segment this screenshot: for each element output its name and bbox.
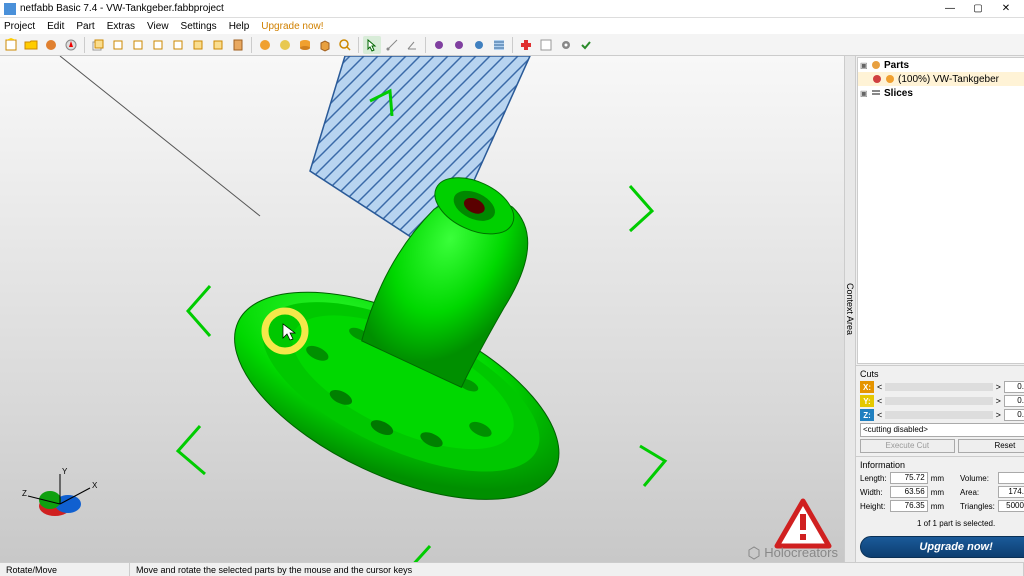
side-panel: Context Area ▣ Parts (100%) VW-Tankgeber bbox=[844, 56, 1024, 562]
compass-icon[interactable] bbox=[62, 36, 80, 54]
status-hint: Move and rotate the selected parts by th… bbox=[130, 563, 1024, 576]
blob1-icon[interactable] bbox=[430, 36, 448, 54]
cut-z-value[interactable]: 0.00 bbox=[1004, 409, 1024, 421]
menu-view[interactable]: View bbox=[147, 21, 169, 32]
info-area: 174.01 bbox=[998, 486, 1024, 498]
axis-x-label: X: bbox=[860, 381, 874, 393]
watermark: Holocreators bbox=[747, 545, 838, 560]
svg-text:X: X bbox=[92, 481, 98, 490]
measure-icon[interactable] bbox=[383, 36, 401, 54]
upgrade-now-button[interactable]: Upgrade now! bbox=[860, 536, 1024, 558]
tree-parts-root[interactable]: ▣ Parts bbox=[858, 58, 1024, 72]
cuts-panel: Cuts X: < > 0.00 mm Y: < > 0.00 bbox=[856, 365, 1024, 456]
pointer-icon[interactable] bbox=[363, 36, 381, 54]
toolbar bbox=[0, 34, 1024, 56]
tree-slices-root[interactable]: ▣ Slices bbox=[858, 86, 1024, 100]
axis-z-label: Z: bbox=[860, 409, 874, 421]
cut-y-gt[interactable]: > bbox=[996, 396, 1001, 406]
gear-icon[interactable] bbox=[557, 36, 575, 54]
cut-x-lt[interactable]: < bbox=[877, 382, 882, 392]
status-mode: Rotate/Move bbox=[0, 563, 130, 576]
cut-y-value[interactable]: 0.00 bbox=[1004, 395, 1024, 407]
cut-mode-select[interactable]: <cutting disabled> bbox=[860, 423, 1024, 437]
cut-z-gt[interactable]: > bbox=[996, 410, 1001, 420]
rx-icon[interactable] bbox=[537, 36, 555, 54]
svg-text:Y: Y bbox=[62, 467, 68, 476]
cut-z-row: Z: < > 0.00 mm bbox=[860, 409, 1024, 421]
close-button[interactable]: ✕ bbox=[992, 1, 1020, 17]
box2-icon[interactable] bbox=[109, 36, 127, 54]
warning-icon[interactable] bbox=[774, 498, 832, 550]
cylinder-icon[interactable] bbox=[296, 36, 314, 54]
box4-icon[interactable] bbox=[149, 36, 167, 54]
stripes-icon[interactable] bbox=[490, 36, 508, 54]
info-width: 63.56 bbox=[890, 486, 928, 498]
viewport-3d[interactable]: X Y Z Holocreators bbox=[0, 56, 844, 562]
magnify-icon[interactable] bbox=[336, 36, 354, 54]
new-project-icon[interactable] bbox=[2, 36, 20, 54]
cut-x-gt[interactable]: > bbox=[996, 382, 1001, 392]
box6-icon[interactable] bbox=[189, 36, 207, 54]
menu-bar: Project Edit Part Extras View Settings H… bbox=[0, 18, 1024, 34]
menu-project[interactable]: Project bbox=[4, 21, 35, 32]
world-icon[interactable] bbox=[42, 36, 60, 54]
menu-upgrade[interactable]: Upgrade now! bbox=[261, 21, 323, 32]
info-height: 76.35 bbox=[890, 500, 928, 512]
info-triangles: 500000 bbox=[998, 500, 1024, 512]
cut-x-slider[interactable] bbox=[885, 383, 992, 391]
window-title: netfabb Basic 7.4 - VW-Tankgeber.fabbpro… bbox=[20, 3, 224, 14]
cut-z-lt[interactable]: < bbox=[877, 410, 882, 420]
axis-y-label: Y: bbox=[860, 395, 874, 407]
status-bar: Rotate/Move Move and rotate the selected… bbox=[0, 562, 1024, 576]
menu-help[interactable]: Help bbox=[229, 21, 250, 32]
info-panel: Information Length: 75.72 mm Volume: ---… bbox=[856, 456, 1024, 515]
box5-icon[interactable] bbox=[169, 36, 187, 54]
cut-y-row: Y: < > 0.00 mm bbox=[860, 395, 1024, 407]
check-icon[interactable] bbox=[577, 36, 595, 54]
box1-icon[interactable] bbox=[89, 36, 107, 54]
minimize-button[interactable]: — bbox=[936, 1, 964, 17]
execute-cut-button[interactable]: Execute Cut bbox=[860, 439, 955, 453]
svg-text:Z: Z bbox=[22, 489, 27, 498]
menu-edit[interactable]: Edit bbox=[47, 21, 64, 32]
maximize-button[interactable]: ▢ bbox=[964, 1, 992, 17]
menu-settings[interactable]: Settings bbox=[181, 21, 217, 32]
cube-icon[interactable] bbox=[316, 36, 334, 54]
sphere2-icon[interactable] bbox=[276, 36, 294, 54]
parts-tree[interactable]: ▣ Parts (100%) VW-Tankgeber ▣ bbox=[857, 57, 1024, 364]
clipboard-icon[interactable] bbox=[229, 36, 247, 54]
cut-y-lt[interactable]: < bbox=[877, 396, 882, 406]
blob2-icon[interactable] bbox=[450, 36, 468, 54]
axes-gizmo: X Y Z bbox=[20, 466, 100, 526]
redcross-icon[interactable] bbox=[517, 36, 535, 54]
app-icon bbox=[4, 3, 16, 15]
cut-y-slider[interactable] bbox=[885, 397, 992, 405]
title-bar: netfabb Basic 7.4 - VW-Tankgeber.fabbpro… bbox=[0, 0, 1024, 18]
cut-z-slider[interactable] bbox=[885, 411, 992, 419]
context-area-tab[interactable]: Context Area bbox=[845, 56, 856, 562]
cut-x-row: X: < > 0.00 mm bbox=[860, 381, 1024, 393]
open-icon[interactable] bbox=[22, 36, 40, 54]
tree-part-item[interactable]: (100%) VW-Tankgeber bbox=[858, 72, 1024, 86]
box3-icon[interactable] bbox=[129, 36, 147, 54]
cut-x-value[interactable]: 0.00 bbox=[1004, 381, 1024, 393]
info-length: 75.72 bbox=[890, 472, 928, 484]
box7-icon[interactable] bbox=[209, 36, 227, 54]
angle-icon[interactable] bbox=[403, 36, 421, 54]
sphere1-icon[interactable] bbox=[256, 36, 274, 54]
reset-cut-button[interactable]: Reset bbox=[958, 439, 1024, 453]
selection-status: 1 of 1 part is selected. bbox=[856, 515, 1024, 532]
info-volume: --- bbox=[998, 472, 1024, 484]
menu-extras[interactable]: Extras bbox=[107, 21, 135, 32]
blob3-icon[interactable] bbox=[470, 36, 488, 54]
menu-part[interactable]: Part bbox=[76, 21, 94, 32]
